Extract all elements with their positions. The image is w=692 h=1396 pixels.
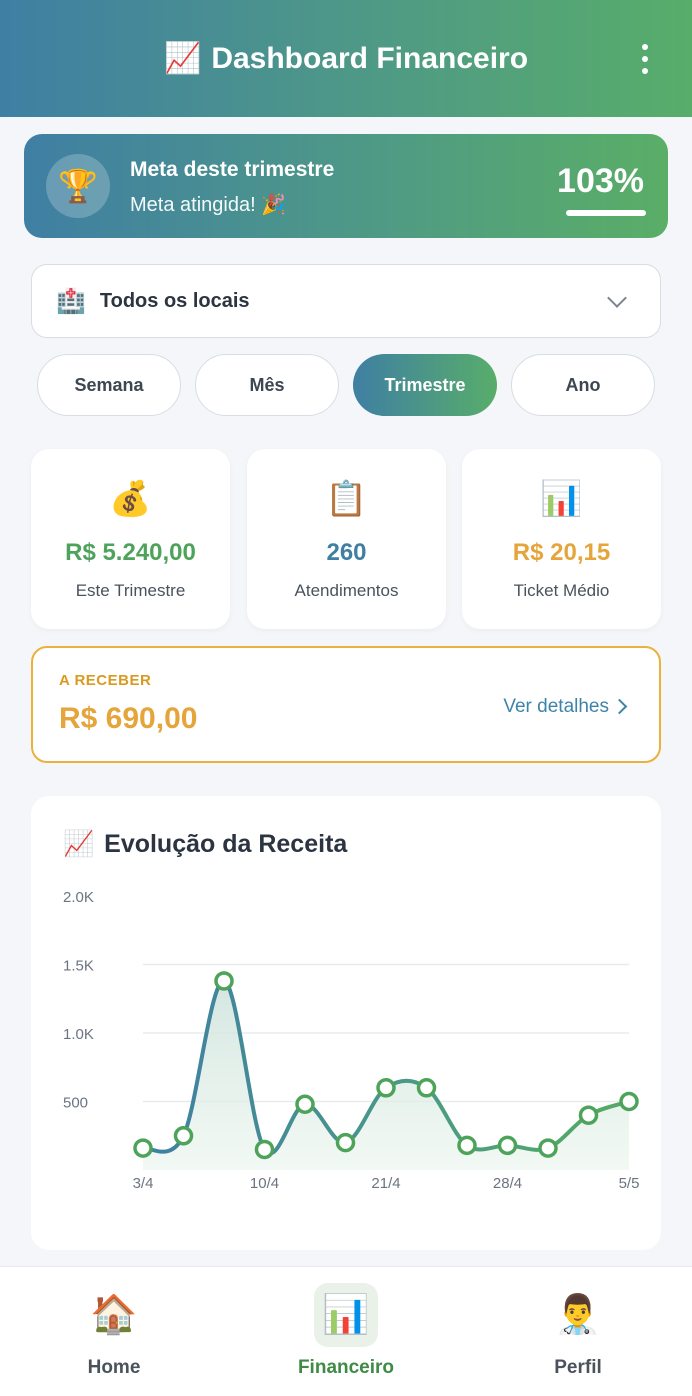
view-details-link[interactable]: Ver detalhes <box>503 696 609 718</box>
data-point <box>133 1138 153 1158</box>
y-tick-label: 1.5K <box>63 958 94 975</box>
house-icon: 🏠 <box>90 1294 138 1336</box>
x-tick-label: 3/4 <box>133 1175 154 1192</box>
trophy-icon: 🏆 <box>46 154 110 218</box>
x-tick-label: 28/4 <box>493 1175 522 1192</box>
nav-label: Financeiro <box>297 1357 395 1378</box>
nav-home[interactable]: 🏠 Home <box>14 1267 214 1396</box>
stat-label: Ticket Médio <box>513 581 610 600</box>
location-select-value: Todos os locais <box>99 289 250 312</box>
page-title: 📈 Dashboard Financeiro <box>164 41 528 76</box>
stat-label: Atendimentos <box>294 581 399 600</box>
data-point <box>214 971 234 991</box>
stat-card-ticket: 📊 R$ 20,15 Ticket Médio <box>462 449 661 629</box>
tab-ano[interactable]: Ano <box>511 354 655 416</box>
y-tick-label: 500 <box>63 1095 88 1112</box>
y-tick-label: 1.0K <box>63 1026 94 1043</box>
stat-card-appointments: 📋 260 Atendimentos <box>247 449 446 629</box>
nav-perfil[interactable]: 👨‍⚕️ Perfil <box>478 1267 678 1396</box>
stat-label: Este Trimestre <box>75 581 186 600</box>
page-title-text: Dashboard Financeiro <box>211 41 529 75</box>
revenue-chart: 500 1.0K 1.5K 2.0K 3/4 10/4 21/4 28/4 5/5 <box>63 889 640 1192</box>
more-vertical-icon[interactable] <box>638 44 652 74</box>
data-point <box>457 1135 477 1156</box>
chevron-right-icon[interactable] <box>611 698 628 715</box>
goal-subtitle: Meta atingida! 🎉 <box>130 194 287 216</box>
clipboard-icon: 📋 <box>325 480 368 518</box>
data-point <box>254 1139 275 1160</box>
data-point <box>295 1094 315 1114</box>
tab-semana[interactable]: Semana <box>37 354 181 416</box>
bottom-nav: 🏠 Home 📊 Financeiro 👨‍⚕️ Perfil <box>0 1266 692 1396</box>
x-tick-label: 10/4 <box>250 1175 279 1192</box>
doctor-icon: 👨‍⚕️ <box>554 1294 602 1336</box>
data-point <box>578 1105 599 1125</box>
money-bag-icon: 💰 <box>109 480 152 518</box>
stat-value: R$ 5.240,00 <box>65 539 196 566</box>
x-tick-label: 21/4 <box>371 1175 400 1192</box>
hospital-icon: 🏥 <box>56 287 86 315</box>
stat-card-revenue: 💰 R$ 5.240,00 Este Trimestre <box>31 449 230 629</box>
bar-chart-icon: 📊 <box>314 1283 378 1347</box>
goal-card: 🏆 Meta deste trimestre Meta atingida! 🎉 … <box>24 134 668 238</box>
stat-value: R$ 20,15 <box>512 539 611 566</box>
x-tick-label: 5/5 <box>619 1175 640 1192</box>
nav-label: Perfil <box>554 1357 602 1378</box>
bar-chart-icon: 📊 <box>540 480 583 518</box>
data-point <box>376 1078 396 1098</box>
period-tabs: Semana Mês Trimestre Ano <box>37 354 657 416</box>
nav-label: Home <box>87 1357 141 1378</box>
chart-title-text: Evolução da Receita <box>104 830 348 858</box>
app-bar: 📈 Dashboard Financeiro <box>0 0 692 117</box>
tab-mes[interactable]: Mês <box>195 354 339 416</box>
data-point <box>416 1078 437 1098</box>
data-point <box>619 1091 639 1112</box>
location-select[interactable]: 🏥 Todos os locais <box>31 264 661 338</box>
stat-value: 260 <box>326 539 367 566</box>
goal-progress-bar <box>566 210 646 216</box>
revenue-chart-card: 500 1.0K 1.5K 2.0K 3/4 10/4 21/4 28/4 5/5 📈 Evol… <box>31 796 661 1250</box>
receivable-card[interactable]: A RECEBER R$ 690,00 Ver detalhes <box>31 646 661 763</box>
receivable-label: A RECEBER <box>59 672 152 689</box>
nav-financeiro[interactable]: 📊 Financeiro <box>246 1267 446 1396</box>
data-point <box>173 1126 194 1146</box>
chart-increasing-icon: 📈 <box>163 42 202 75</box>
tab-trimestre[interactable]: Trimestre <box>353 354 497 416</box>
data-point <box>538 1138 558 1158</box>
goal-title: Meta deste trimestre <box>130 158 335 181</box>
chart-increasing-icon: 📈 <box>63 830 95 858</box>
chart-title: 📈 Evolução da Receita <box>63 830 347 859</box>
chevron-down-icon <box>607 288 627 308</box>
goal-percent: 103% <box>557 162 644 200</box>
data-point <box>335 1132 356 1153</box>
data-point <box>497 1135 518 1156</box>
y-tick-label: 2.0K <box>63 889 94 906</box>
receivable-value: R$ 690,00 <box>59 702 198 735</box>
